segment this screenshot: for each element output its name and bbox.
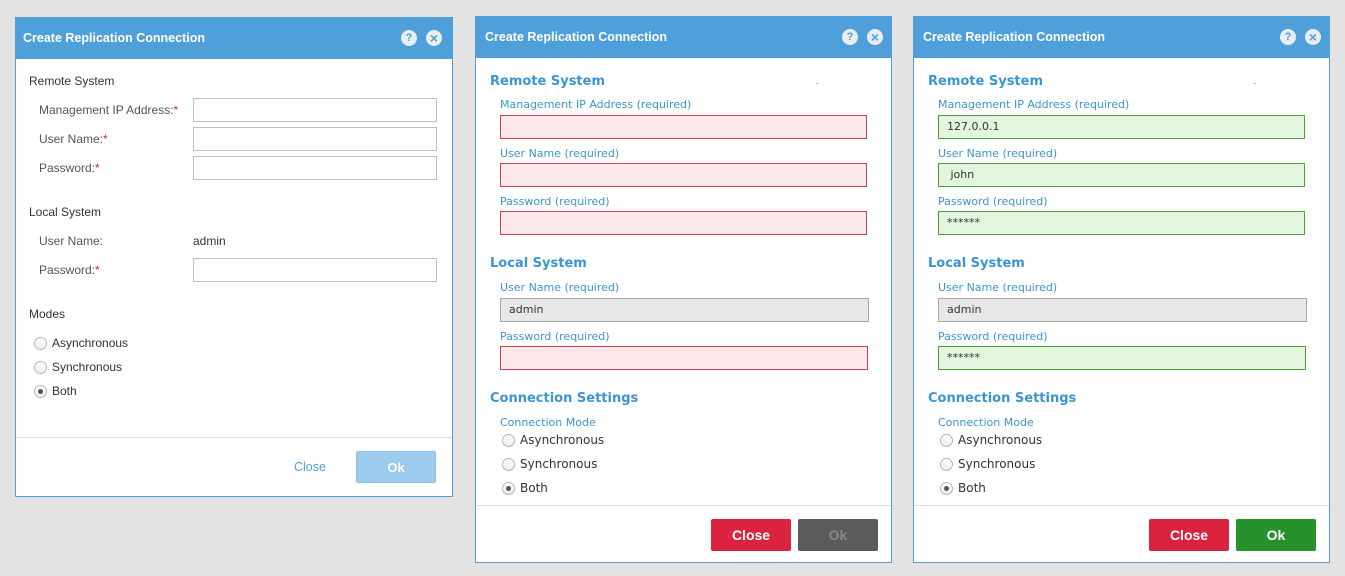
divider-dot (816, 83, 818, 84)
username-label: User Name (required) (500, 147, 620, 160)
mode-both-radio[interactable] (940, 482, 953, 495)
remote-system-heading: Remote System (490, 74, 606, 89)
password-label-text: Password: (39, 161, 96, 175)
mode-async-label[interactable]: Asynchronous (958, 433, 1042, 447)
help-icon[interactable]: ? (401, 30, 417, 46)
mode-async-radio[interactable] (940, 434, 953, 447)
password-input[interactable]: ****** (938, 211, 1305, 235)
local-password-input[interactable] (193, 258, 437, 282)
username-input[interactable] (193, 127, 437, 151)
ok-button[interactable]: Ok (1236, 519, 1316, 551)
mode-async-label[interactable]: Asynchronous (520, 433, 604, 447)
mode-sync-radio[interactable] (34, 361, 47, 374)
required-mark: * (95, 161, 100, 175)
close-link[interactable]: Close (294, 460, 326, 474)
local-password-label: Password:* (39, 263, 100, 277)
ok-button[interactable]: Ok (356, 451, 436, 483)
dialog-header: Create Replication Connection ? × (914, 17, 1329, 58)
required-mark: * (173, 103, 179, 117)
username-input[interactable] (500, 163, 867, 187)
replication-dialog-classic: Create Replication Connection ? × Remote… (15, 17, 453, 497)
local-password-label: Password (required) (938, 330, 1048, 343)
mode-both-radio[interactable] (34, 385, 47, 398)
footer-divider (16, 437, 452, 438)
password-input[interactable] (193, 156, 437, 180)
local-password-label-text: Password: (39, 263, 96, 277)
mode-sync-label[interactable]: Synchronous (52, 360, 122, 374)
local-username-label: User Name (required) (500, 281, 620, 294)
required-mark: * (103, 132, 108, 146)
local-system-heading: Local System (490, 256, 587, 271)
mode-sync-label[interactable]: Synchronous (958, 457, 1035, 471)
close-icon[interactable]: × (1305, 29, 1321, 45)
help-icon[interactable]: ? (842, 29, 858, 45)
local-password-input[interactable]: ****** (938, 346, 1306, 370)
mode-async-radio[interactable] (502, 434, 515, 447)
mode-sync-radio[interactable] (502, 458, 515, 471)
dialog-header: Create Replication Connection ? × (476, 17, 891, 58)
remote-system-heading: Remote System (29, 74, 115, 88)
mode-async-label[interactable]: Asynchronous (52, 336, 128, 350)
local-system-heading: Local System (29, 205, 102, 219)
mode-sync-radio[interactable] (940, 458, 953, 471)
local-system-heading: Local System (928, 256, 1025, 271)
mode-both-radio[interactable] (502, 482, 515, 495)
mode-both-label[interactable]: Both (520, 481, 548, 495)
mgmt-ip-label: Management IP Address (required) (938, 98, 1130, 111)
remote-system-heading: Remote System (928, 74, 1044, 89)
password-label: Password:* (39, 161, 100, 175)
mgmt-ip-label: Management IP Address (required) (500, 98, 692, 111)
replication-dialog-invalid: Create Replication Connection ? × Remote… (475, 16, 892, 563)
local-username-value: admin (193, 234, 226, 248)
help-icon[interactable]: ? (1280, 29, 1296, 45)
local-username-field: admin (500, 298, 869, 322)
dialog-title: Create Replication Connection (23, 31, 205, 45)
footer-divider (914, 505, 1329, 506)
mgmt-ip-label-text: Management IP Address: (39, 103, 174, 117)
username-input[interactable]: john (938, 163, 1305, 187)
mgmt-ip-input[interactable] (193, 98, 437, 122)
close-icon[interactable]: × (867, 29, 883, 45)
dialog-title: Create Replication Connection (485, 30, 667, 44)
password-label: Password (required) (938, 195, 1048, 208)
connection-mode-label: Connection Mode (938, 416, 1034, 429)
connection-mode-label: Connection Mode (500, 416, 596, 429)
local-username-field: admin (938, 298, 1307, 322)
password-label: Password (required) (500, 195, 610, 208)
connection-settings-heading: Connection Settings (928, 391, 1077, 406)
close-icon[interactable]: × (426, 30, 442, 46)
mode-both-label[interactable]: Both (958, 481, 986, 495)
username-label: User Name (required) (938, 147, 1058, 160)
mgmt-ip-input[interactable]: 127.0.0.1 (938, 115, 1305, 139)
replication-dialog-valid: Create Replication Connection ? × Remote… (913, 16, 1330, 563)
local-username-label: User Name: (39, 234, 104, 248)
mgmt-ip-input[interactable] (500, 115, 867, 139)
dialog-title: Create Replication Connection (923, 30, 1105, 44)
close-button[interactable]: Close (711, 519, 791, 551)
password-input[interactable] (500, 211, 867, 235)
username-label-text: User Name: (39, 132, 104, 146)
modes-heading: Modes (29, 307, 66, 321)
local-password-input[interactable] (500, 346, 868, 370)
ok-button-disabled[interactable]: Ok (798, 519, 878, 551)
footer-divider (476, 505, 891, 506)
local-password-label: Password (required) (500, 330, 610, 343)
dialog-header: Create Replication Connection ? × (16, 18, 452, 59)
username-label: User Name:* (39, 132, 108, 146)
connection-settings-heading: Connection Settings (490, 391, 639, 406)
mode-both-label[interactable]: Both (52, 384, 77, 398)
required-mark: * (95, 263, 100, 277)
mgmt-ip-label: Management IP Address:* (39, 103, 178, 117)
mode-sync-label[interactable]: Synchronous (520, 457, 597, 471)
local-username-label: User Name (required) (938, 281, 1058, 294)
mode-async-radio[interactable] (34, 337, 47, 350)
close-button[interactable]: Close (1149, 519, 1229, 551)
divider-dot (1254, 83, 1256, 84)
